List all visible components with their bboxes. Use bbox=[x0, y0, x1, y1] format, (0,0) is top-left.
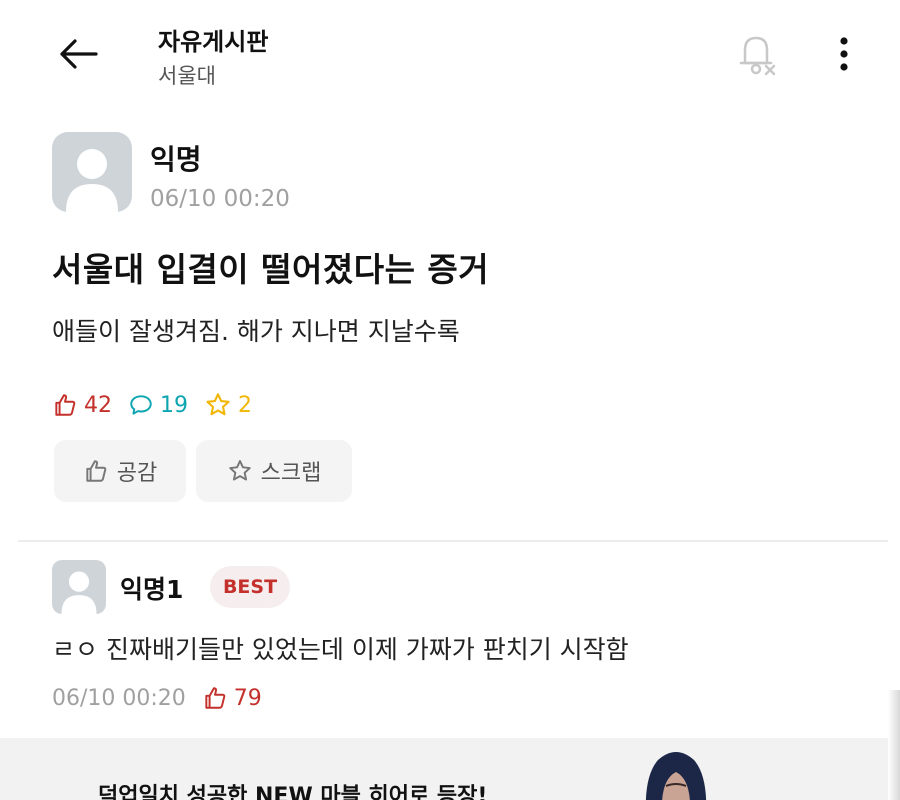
anonymous-user-icon bbox=[66, 149, 118, 212]
comment-count: 19 bbox=[128, 392, 188, 418]
section-divider bbox=[18, 540, 888, 542]
comment-meta: 06/10 00:20 79 bbox=[52, 682, 262, 714]
board-title: 자유게시판 bbox=[158, 28, 269, 56]
like-button-label: 공감 bbox=[116, 461, 158, 486]
notification-toggle-button[interactable] bbox=[732, 28, 784, 80]
scrap-button[interactable]: 스크랩 bbox=[196, 440, 352, 502]
ad-hero-image bbox=[645, 752, 707, 800]
ad-text: 덕업일치 성공한 NEW 마블 히어로 등장! bbox=[98, 784, 488, 800]
bell-off-icon bbox=[739, 36, 776, 76]
comment-time: 06/10 00:20 bbox=[52, 685, 186, 711]
post-stats: 42 19 2 bbox=[52, 388, 268, 422]
comment-like-count[interactable]: 79 bbox=[202, 685, 262, 711]
star-icon bbox=[206, 393, 230, 416]
scrap-count-value: 2 bbox=[238, 392, 252, 418]
comment-author: 익명1 bbox=[120, 575, 184, 604]
author-avatar bbox=[52, 132, 132, 212]
post-author: 익명 bbox=[150, 143, 202, 176]
back-button[interactable] bbox=[52, 30, 104, 78]
like-count-value: 42 bbox=[84, 392, 112, 418]
more-options-button[interactable] bbox=[822, 30, 866, 78]
like-button[interactable]: 공감 bbox=[54, 440, 186, 502]
star-icon bbox=[228, 460, 251, 481]
scroll-edge-shadow bbox=[888, 690, 900, 800]
ad-banner[interactable]: 덕업일치 성공한 NEW 마블 히어로 등장! bbox=[0, 738, 900, 800]
speech-bubble-icon bbox=[130, 395, 152, 415]
post-time: 06/10 00:20 bbox=[150, 186, 290, 212]
scrap-button-label: 스크랩 bbox=[260, 461, 322, 486]
arrow-left-icon bbox=[60, 39, 98, 69]
comment-body: ㄹㅇ 진짜배기들만 있었는데 이제 가짜가 판치기 시작함 bbox=[52, 635, 629, 664]
scrap-count: 2 bbox=[204, 391, 252, 419]
comment-count-value: 19 bbox=[160, 392, 188, 418]
more-vertical-icon bbox=[840, 37, 848, 71]
thumbs-up-icon bbox=[205, 687, 226, 709]
like-count: 42 bbox=[52, 392, 112, 418]
commenter-avatar bbox=[52, 560, 106, 614]
anonymous-user-icon bbox=[61, 571, 97, 614]
best-badge: BEST bbox=[210, 566, 290, 608]
app-header: 자유게시판 서울대 bbox=[0, 0, 900, 110]
school-name: 서울대 bbox=[158, 64, 216, 88]
comment-like-value: 79 bbox=[233, 685, 262, 711]
thumbs-up-icon bbox=[86, 460, 107, 482]
post-body: 애들이 잘생겨짐. 해가 지나면 지날수록 bbox=[52, 317, 460, 346]
post-title: 서울대 입결이 떨어졌다는 증거 bbox=[52, 250, 490, 289]
thumbs-up-icon bbox=[55, 394, 76, 416]
